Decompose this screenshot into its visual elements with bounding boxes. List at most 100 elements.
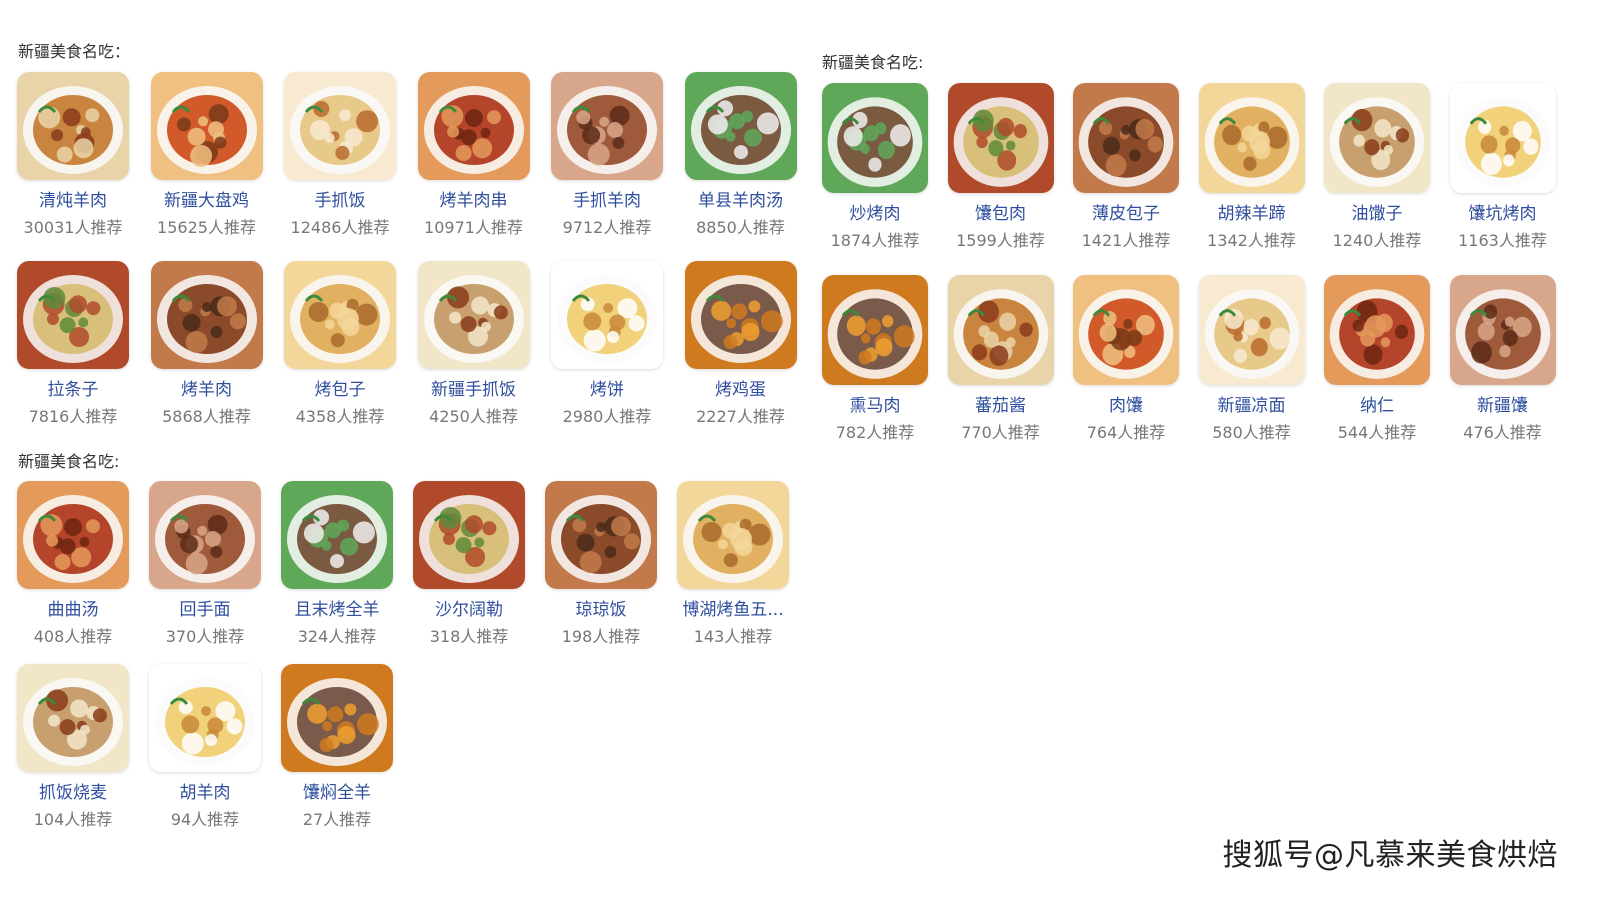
food-name-link[interactable]: 烤鸡蛋 xyxy=(685,379,797,401)
food-card[interactable]: 馕坑烤肉 1163人推荐 xyxy=(1449,83,1556,251)
food-name-link[interactable]: 新疆凉面 xyxy=(1199,395,1305,417)
qiongqiong-rice-photo[interactable] xyxy=(545,481,657,589)
xinjiang-naan-photo[interactable] xyxy=(1449,275,1556,385)
baked-buns-photo[interactable] xyxy=(284,261,396,369)
food-name-link[interactable]: 熏马肉 xyxy=(822,395,928,417)
food-card[interactable]: 曲曲汤 408人推荐 xyxy=(17,481,129,647)
food-name-link[interactable]: 胡辣羊蹄 xyxy=(1199,203,1305,225)
baked-cake-photo[interactable] xyxy=(551,261,663,369)
food-card[interactable]: 回手面 370人推荐 xyxy=(149,481,261,647)
food-name-link[interactable]: 薄皮包子 xyxy=(1073,203,1179,225)
whole-roast-lamb-photo[interactable] xyxy=(281,481,393,589)
food-name-link[interactable]: 烤羊肉 xyxy=(151,379,263,401)
food-card[interactable]: 琼琼饭 198人推荐 xyxy=(545,481,657,647)
xinjiang-pilaf-photo[interactable] xyxy=(417,261,530,369)
food-card[interactable]: 沙尔阔勒 318人推荐 xyxy=(413,481,525,647)
food-name-link[interactable]: 新疆手抓饭 xyxy=(418,379,530,401)
shaerkuole-photo[interactable] xyxy=(413,481,525,589)
spicy-trotters-photo[interactable] xyxy=(1198,83,1305,193)
naan-braised-lamb-photo[interactable] xyxy=(281,664,393,772)
food-card[interactable]: 拉条子 7816人推荐 xyxy=(17,261,129,427)
thin-skin-buns-photo[interactable] xyxy=(1073,83,1179,193)
food-name-link[interactable]: 博湖烤鱼五... xyxy=(677,599,789,621)
roast-eggs-photo[interactable] xyxy=(684,261,797,369)
food-card[interactable]: 新疆大盘鸡 15625人推荐 xyxy=(150,72,263,238)
bohu-grilled-fish-photo[interactable] xyxy=(677,481,789,589)
food-card[interactable]: 烤羊肉 5868人推荐 xyxy=(150,261,263,427)
food-card[interactable]: 胡羊肉 94人推荐 xyxy=(149,664,261,830)
hu-mutton-photo[interactable] xyxy=(149,664,261,772)
food-name-link[interactable]: 单县羊肉汤 xyxy=(685,190,797,212)
cold-noodles-photo[interactable] xyxy=(1198,275,1305,385)
food-name-link[interactable]: 纳仁 xyxy=(1324,395,1430,417)
food-card[interactable]: 蕃茄酱 770人推荐 xyxy=(947,275,1054,443)
food-name-link[interactable]: 蕃茄酱 xyxy=(948,395,1054,417)
smoked-horse-meat-photo[interactable] xyxy=(822,275,928,385)
stewed-mutton-photo[interactable] xyxy=(17,72,129,180)
food-name-link[interactable]: 新疆大盘鸡 xyxy=(151,190,263,212)
food-name-link[interactable]: 馕包肉 xyxy=(948,203,1054,225)
food-card[interactable]: 馕包肉 1599人推荐 xyxy=(947,83,1054,251)
pilaf-shaomai-photo[interactable] xyxy=(17,664,129,772)
food-name-link[interactable]: 拉条子 xyxy=(17,379,129,401)
food-name-link[interactable]: 手抓羊肉 xyxy=(551,190,663,212)
food-card[interactable]: 手抓羊肉 9712人推荐 xyxy=(551,72,663,238)
food-name-link[interactable]: 新疆馕 xyxy=(1450,395,1556,417)
food-card[interactable]: 烤羊肉串 10971人推荐 xyxy=(417,72,530,238)
recommend-count: 30031人推荐 xyxy=(23,218,123,237)
food-name-link[interactable]: 手抓饭 xyxy=(284,190,396,212)
fried-sanzi-photo[interactable] xyxy=(1324,83,1430,193)
food-name-link[interactable]: 沙尔阔勒 xyxy=(413,599,525,621)
food-card[interactable]: 单县羊肉汤 8850人推荐 xyxy=(684,72,797,238)
pulled-noodles-photo[interactable] xyxy=(17,261,129,369)
food-name-link[interactable]: 炒烤肉 xyxy=(822,203,928,225)
big-plate-chicken-photo[interactable] xyxy=(150,72,263,180)
food-card[interactable]: 油馓子 1240人推荐 xyxy=(1324,83,1430,251)
naan-meat-photo[interactable] xyxy=(947,83,1054,193)
food-name-link[interactable]: 馕坑烤肉 xyxy=(1450,203,1556,225)
food-name-link[interactable]: 清炖羊肉 xyxy=(17,190,129,212)
stir-fried-meat-photo[interactable] xyxy=(822,83,928,193)
food-name-link[interactable]: 琼琼饭 xyxy=(545,599,657,621)
food-name-link[interactable]: 烤饼 xyxy=(551,379,663,401)
naren-photo[interactable] xyxy=(1324,275,1430,385)
huishou-noodles-photo[interactable] xyxy=(149,481,261,589)
pilaf-photo[interactable] xyxy=(284,72,396,180)
food-name-link[interactable]: 馕焖全羊 xyxy=(281,782,393,804)
ququ-soup-photo[interactable] xyxy=(17,481,129,589)
food-name-link[interactable]: 油馓子 xyxy=(1324,203,1430,225)
food-name-link[interactable]: 肉馕 xyxy=(1073,395,1179,417)
meat-naan-photo[interactable] xyxy=(1073,275,1179,385)
food-card[interactable]: 新疆凉面 580人推荐 xyxy=(1198,275,1305,443)
mutton-soup-photo[interactable] xyxy=(684,72,797,180)
tandoor-meat-photo[interactable] xyxy=(1449,83,1556,193)
food-card[interactable]: 且末烤全羊 324人推荐 xyxy=(281,481,393,647)
food-name-link[interactable]: 抓饭烧麦 xyxy=(17,782,129,804)
food-card[interactable]: 手抓饭 12486人推荐 xyxy=(284,72,396,238)
food-name-link[interactable]: 胡羊肉 xyxy=(149,782,261,804)
tomato-sauce-photo[interactable] xyxy=(947,275,1054,385)
food-name-link[interactable]: 烤包子 xyxy=(284,379,396,401)
hand-grabbed-mutton-photo[interactable] xyxy=(551,72,663,180)
food-card[interactable]: 烤鸡蛋 2227人推荐 xyxy=(684,261,797,427)
food-name-link[interactable]: 烤羊肉串 xyxy=(418,190,530,212)
food-card[interactable]: 肉馕 764人推荐 xyxy=(1073,275,1179,443)
food-card[interactable]: 纳仁 544人推荐 xyxy=(1324,275,1430,443)
food-name-link[interactable]: 且末烤全羊 xyxy=(281,599,393,621)
roast-lamb-photo[interactable] xyxy=(150,261,263,369)
food-name-link[interactable]: 曲曲汤 xyxy=(17,599,129,621)
food-card[interactable]: 博湖烤鱼五... 143人推荐 xyxy=(677,481,789,647)
food-card[interactable]: 烤包子 4358人推荐 xyxy=(284,261,396,427)
food-card[interactable]: 新疆手抓饭 4250人推荐 xyxy=(417,261,530,427)
food-card[interactable]: 抓饭烧麦 104人推荐 xyxy=(17,664,129,830)
lamb-skewers-photo[interactable] xyxy=(417,72,530,180)
food-card[interactable]: 新疆馕 476人推荐 xyxy=(1449,275,1556,443)
food-card[interactable]: 炒烤肉 1874人推荐 xyxy=(822,83,928,251)
food-card[interactable]: 清炖羊肉 30031人推荐 xyxy=(17,72,129,238)
food-name-link[interactable]: 回手面 xyxy=(149,599,261,621)
food-card[interactable]: 薄皮包子 1421人推荐 xyxy=(1073,83,1179,251)
food-card[interactable]: 胡辣羊蹄 1342人推荐 xyxy=(1198,83,1305,251)
food-card[interactable]: 熏马肉 782人推荐 xyxy=(822,275,928,443)
food-card[interactable]: 馕焖全羊 27人推荐 xyxy=(281,664,393,830)
food-card[interactable]: 烤饼 2980人推荐 xyxy=(551,261,663,427)
